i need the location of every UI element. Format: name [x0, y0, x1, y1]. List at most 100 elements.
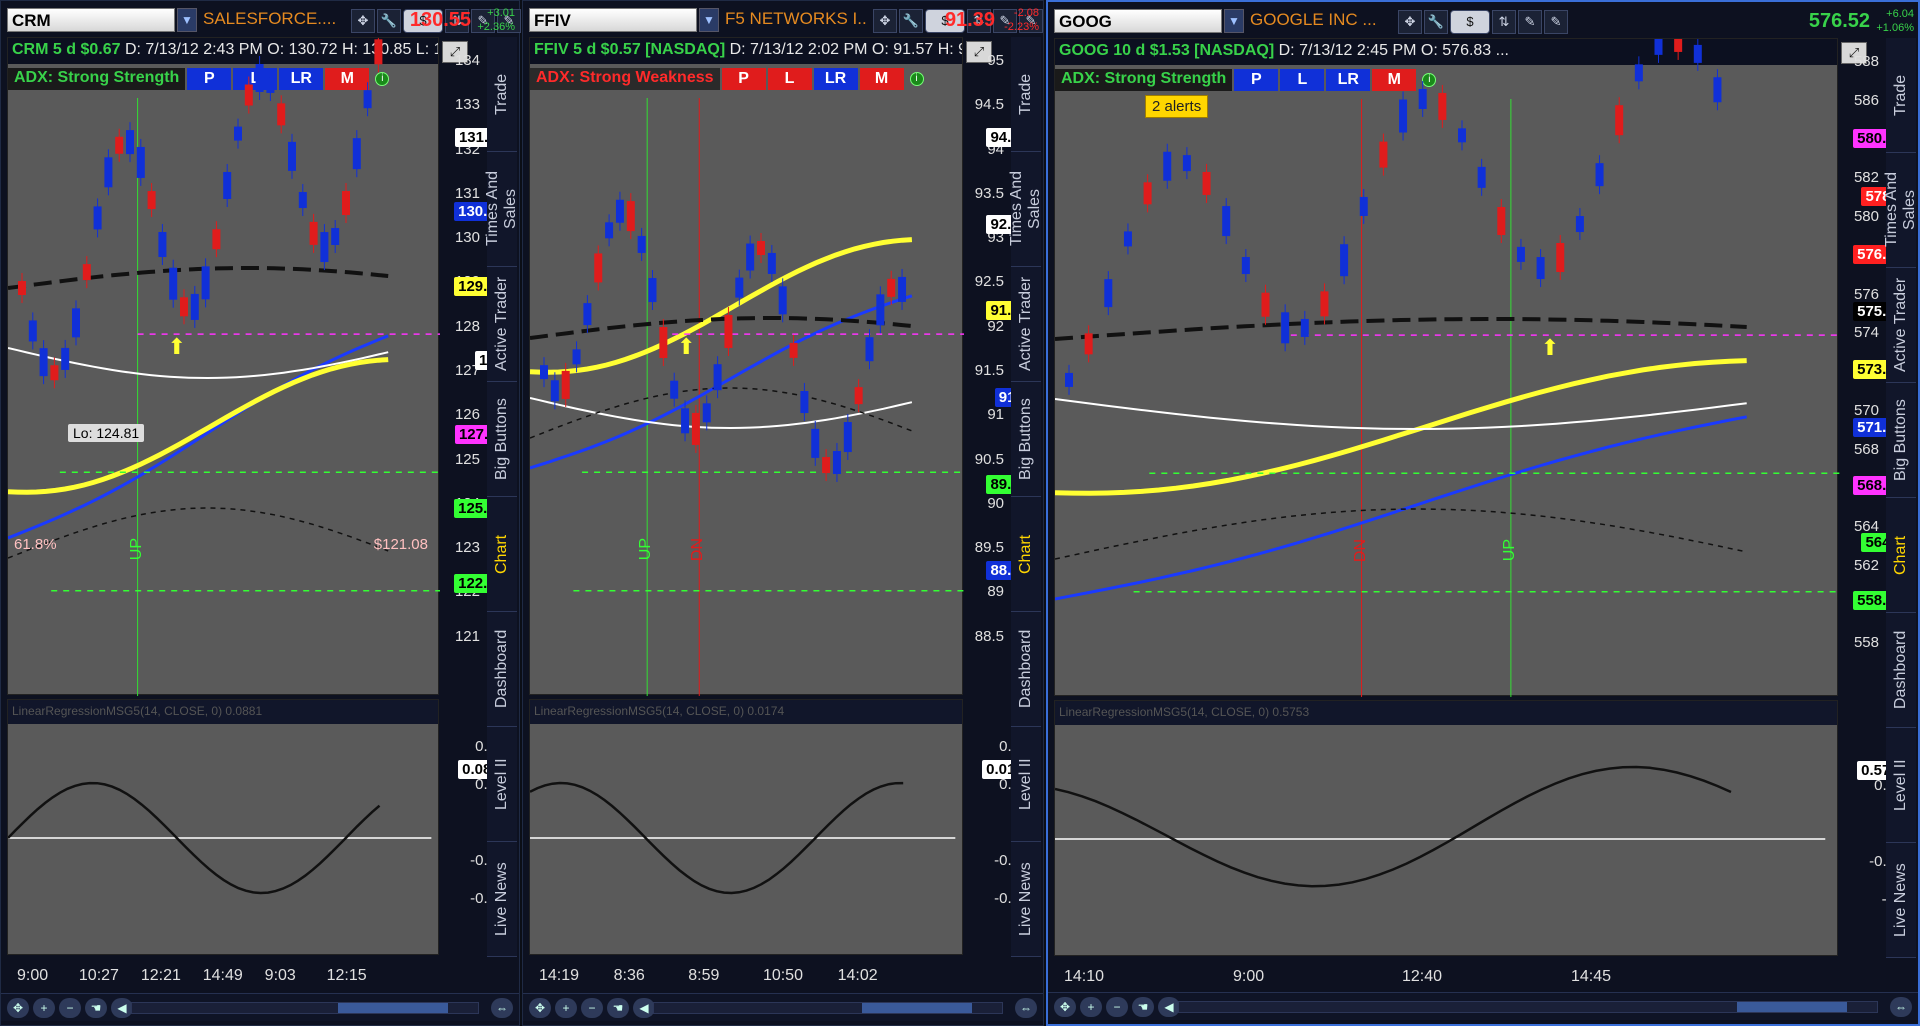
tab-level-ii[interactable]: Level II — [487, 727, 517, 842]
yellow-arrow-icon: ⬆ — [677, 335, 695, 360]
tab-live-news[interactable]: Live News — [1011, 842, 1041, 957]
price-tick: 131 — [454, 184, 480, 202]
tab-active-trader[interactable]: Active Trader — [487, 267, 517, 382]
company-name: GOOGLE INC ... — [1250, 10, 1377, 29]
price-tick: 588 — [1853, 53, 1879, 70]
pan-icon[interactable]: ✥ — [529, 998, 551, 1018]
zoom-in-icon[interactable]: + — [555, 998, 577, 1018]
expand-icon[interactable]: ⇔ — [1890, 997, 1912, 1017]
dn-label: DN — [689, 538, 707, 562]
price-tick: 92 — [987, 317, 1004, 335]
tab-dashboard[interactable]: Dashboard — [1886, 613, 1916, 728]
tab-chart[interactable]: Chart — [1886, 498, 1916, 613]
tab-live-news[interactable]: Live News — [1886, 843, 1916, 958]
dollar-button[interactable]: $ — [1450, 10, 1490, 34]
crosshair-icon[interactable]: ✥ — [351, 9, 375, 33]
time-tick: 8:36 — [613, 967, 645, 984]
symbol-input[interactable]: FFIV — [529, 8, 697, 32]
symbol-bar: FFIV ▼ F5 NETWORKS I... ✥ 🔧 $ ⇅ ✎ ✎ 91.39 -2.08 -2.… — [527, 5, 1043, 33]
tab-dashboard[interactable]: Dashboard — [1011, 612, 1041, 727]
tab-big-buttons[interactable]: Big Buttons — [1011, 382, 1041, 497]
wrench-icon[interactable]: 🔧 — [1424, 10, 1448, 34]
crosshair-icon[interactable]: ✥ — [1398, 10, 1422, 34]
linear-regression-pane[interactable]: LinearRegressionMSG5(14, CLOSE, 0) 0.575… — [1054, 700, 1911, 956]
tab-times-and-sales[interactable]: Times And Sales — [1883, 153, 1918, 268]
tab-times-and-sales[interactable]: Times And Sales — [484, 152, 519, 267]
scrollbar-thumb[interactable] — [338, 1003, 448, 1013]
tab-dashboard[interactable]: Dashboard — [487, 612, 517, 727]
linear-regression-pane[interactable]: LinearRegressionMSG5(14, CLOSE, 0) 0.017… — [529, 699, 1036, 955]
tab-trade[interactable]: Trade — [1011, 37, 1041, 152]
tab-times-and-sales[interactable]: Times And Sales — [1008, 152, 1043, 267]
hand-icon[interactable]: ☚ — [1132, 997, 1154, 1017]
scroll-left-icon[interactable]: ◀ — [111, 998, 133, 1018]
hand-icon[interactable]: ☚ — [607, 998, 629, 1018]
price-tick: 130 — [454, 229, 480, 247]
price-tick: 568 — [1853, 440, 1879, 458]
scrollbar-thumb[interactable] — [862, 1003, 972, 1013]
drawing-icon[interactable]: ⇅ — [1492, 10, 1516, 34]
price-chart[interactable]: GOOG 10 d $1.53 [NASDAQ] D: 7/13/12 2:45… — [1054, 38, 1907, 697]
tab-big-buttons[interactable]: Big Buttons — [487, 382, 517, 497]
tab-active-trader[interactable]: Active Trader — [1011, 267, 1041, 382]
price-change: +3.01 +2.36% — [477, 6, 515, 34]
price-tick: 580 — [1853, 208, 1879, 225]
time-tick: 14:02 — [837, 967, 878, 984]
symbol-dropdown-icon[interactable]: ▼ — [177, 8, 197, 32]
price-tick: 570 — [1853, 401, 1879, 419]
scroll-left-icon[interactable]: ◀ — [633, 998, 655, 1018]
symbol-bar: CRM ▼ SALESFORCE.... ✥ 🔧 $ ⇅ ✎ ✎ 130.55 +3.01 +2.36… — [5, 5, 521, 34]
edit-icon[interactable]: ✎ — [1544, 10, 1568, 34]
price-plot: ⬆ — [530, 98, 964, 696]
expand-icon[interactable]: ⇔ — [491, 998, 513, 1018]
symbol-dropdown-icon[interactable]: ▼ — [699, 8, 719, 32]
tab-level-ii[interactable]: Level II — [1011, 727, 1041, 842]
tab-trade[interactable]: Trade — [1886, 38, 1916, 153]
chart-panel-crm[interactable]: CRM ▼ SALESFORCE.... ✥ 🔧 $ ⇅ ✎ ✎ 130.55 +3.01 +2.36… — [0, 0, 521, 1026]
expand-icon[interactable]: ⇔ — [1015, 998, 1037, 1018]
pan-icon[interactable]: ✥ — [7, 998, 29, 1018]
tab-big-buttons[interactable]: Big Buttons — [1886, 383, 1916, 498]
symbol-input[interactable]: GOOG — [1054, 9, 1222, 33]
zoom-out-icon[interactable]: − — [1106, 997, 1128, 1017]
pencil-icon[interactable]: ✎ — [1518, 10, 1542, 34]
time-scrollbar[interactable] — [131, 1002, 479, 1014]
time-scrollbar[interactable] — [1178, 1001, 1878, 1013]
chart-panel-ffiv[interactable]: FFIV ▼ F5 NETWORKS I... ✥ 🔧 $ ⇅ ✎ ✎ 91.39 -2.08 -2.… — [522, 0, 1044, 1026]
zoom-in-icon[interactable]: + — [1080, 997, 1102, 1017]
time-tick: 14:45 — [1570, 968, 1612, 985]
price-tick: 89.5 — [974, 539, 1004, 557]
symbol-dropdown-icon[interactable]: ▼ — [1224, 9, 1244, 33]
tab-level-ii[interactable]: Level II — [1886, 728, 1916, 843]
symbol-input[interactable]: CRM — [7, 8, 175, 32]
price-chart[interactable]: FFIV 5 d $0.57 [NASDAQ] D: 7/13/12 2:02 … — [529, 37, 1032, 696]
side-tab-bar: Trade Times And Sales Active Trader Big But… — [484, 37, 519, 957]
time-tick: 9:00 — [1232, 968, 1265, 985]
time-scrollbar[interactable] — [653, 1002, 1003, 1014]
hand-icon[interactable]: ☚ — [85, 998, 107, 1018]
price-tick: 89 — [987, 583, 1004, 601]
tab-live-news[interactable]: Live News — [487, 842, 517, 957]
price-chart[interactable]: CRM 5 d $0.67 D: 7/13/12 2:43 PM O: 130.… — [7, 37, 508, 696]
zoom-out-icon[interactable]: − — [59, 998, 81, 1018]
yellow-arrow-icon: ⬆ — [1541, 336, 1559, 361]
tab-chart[interactable]: Chart — [1011, 497, 1041, 612]
scrollbar-thumb[interactable] — [1737, 1002, 1847, 1012]
tab-active-trader[interactable]: Active Trader — [1886, 268, 1916, 383]
wrench-icon[interactable]: 🔧 — [899, 9, 923, 33]
chart-panel-goog[interactable]: GOOG ▼ GOOGLE INC ... ✥ 🔧 $ ⇅ ✎ ✎ 576.52 +6.04 +1.0… — [1046, 0, 1920, 1026]
zoom-out-icon[interactable]: − — [581, 998, 603, 1018]
fib-value-label: $121.08 — [373, 536, 428, 553]
zoom-in-icon[interactable]: + — [33, 998, 55, 1018]
scroll-left-icon[interactable]: ◀ — [1158, 997, 1180, 1017]
tab-chart[interactable]: Chart — [487, 497, 517, 612]
linear-regression-pane[interactable]: LinearRegressionMSG5(14, CLOSE, 0) 0.088… — [7, 699, 512, 955]
change-abs: +6.04 — [1886, 8, 1914, 20]
pan-icon[interactable]: ✥ — [1054, 997, 1076, 1017]
price-tick: 93.5 — [974, 184, 1004, 202]
side-tab-bar: Trade Times And Sales Active Trader Big But… — [1883, 38, 1918, 958]
price-tick: 125 — [454, 450, 480, 468]
tab-trade[interactable]: Trade — [487, 37, 517, 152]
wrench-icon[interactable]: 🔧 — [377, 9, 401, 33]
crosshair-icon[interactable]: ✥ — [873, 9, 897, 33]
